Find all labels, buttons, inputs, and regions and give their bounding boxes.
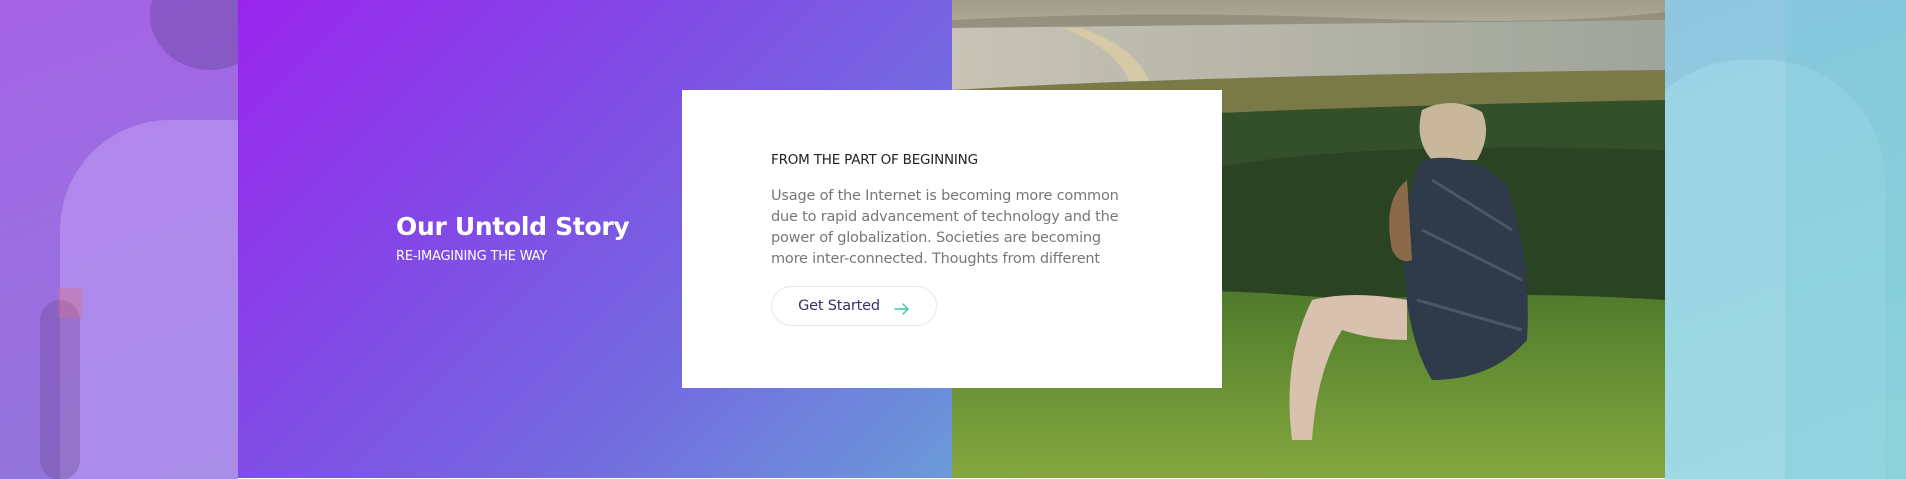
get-started-label: Get Started [798, 298, 880, 314]
content-card: FROM THE PART OF BEGINNING Usage of the … [682, 90, 1222, 388]
arrow-right-icon [894, 300, 910, 315]
card-body-text: Usage of the Internet is becoming more c… [771, 188, 1119, 267]
card-eyebrow: FROM THE PART OF BEGINNING [771, 152, 978, 168]
slider-stage: Our Untold Story RE-IMAGINING THE WAY FR… [0, 0, 1906, 479]
hero-title: Our Untold Story [396, 212, 630, 241]
previous-slide-preview[interactable] [0, 0, 238, 479]
get-started-button[interactable]: Get Started [771, 286, 937, 326]
next-slide-preview[interactable] [1665, 0, 1906, 479]
hero-subtitle: RE-IMAGINING THE WAY [396, 249, 548, 264]
